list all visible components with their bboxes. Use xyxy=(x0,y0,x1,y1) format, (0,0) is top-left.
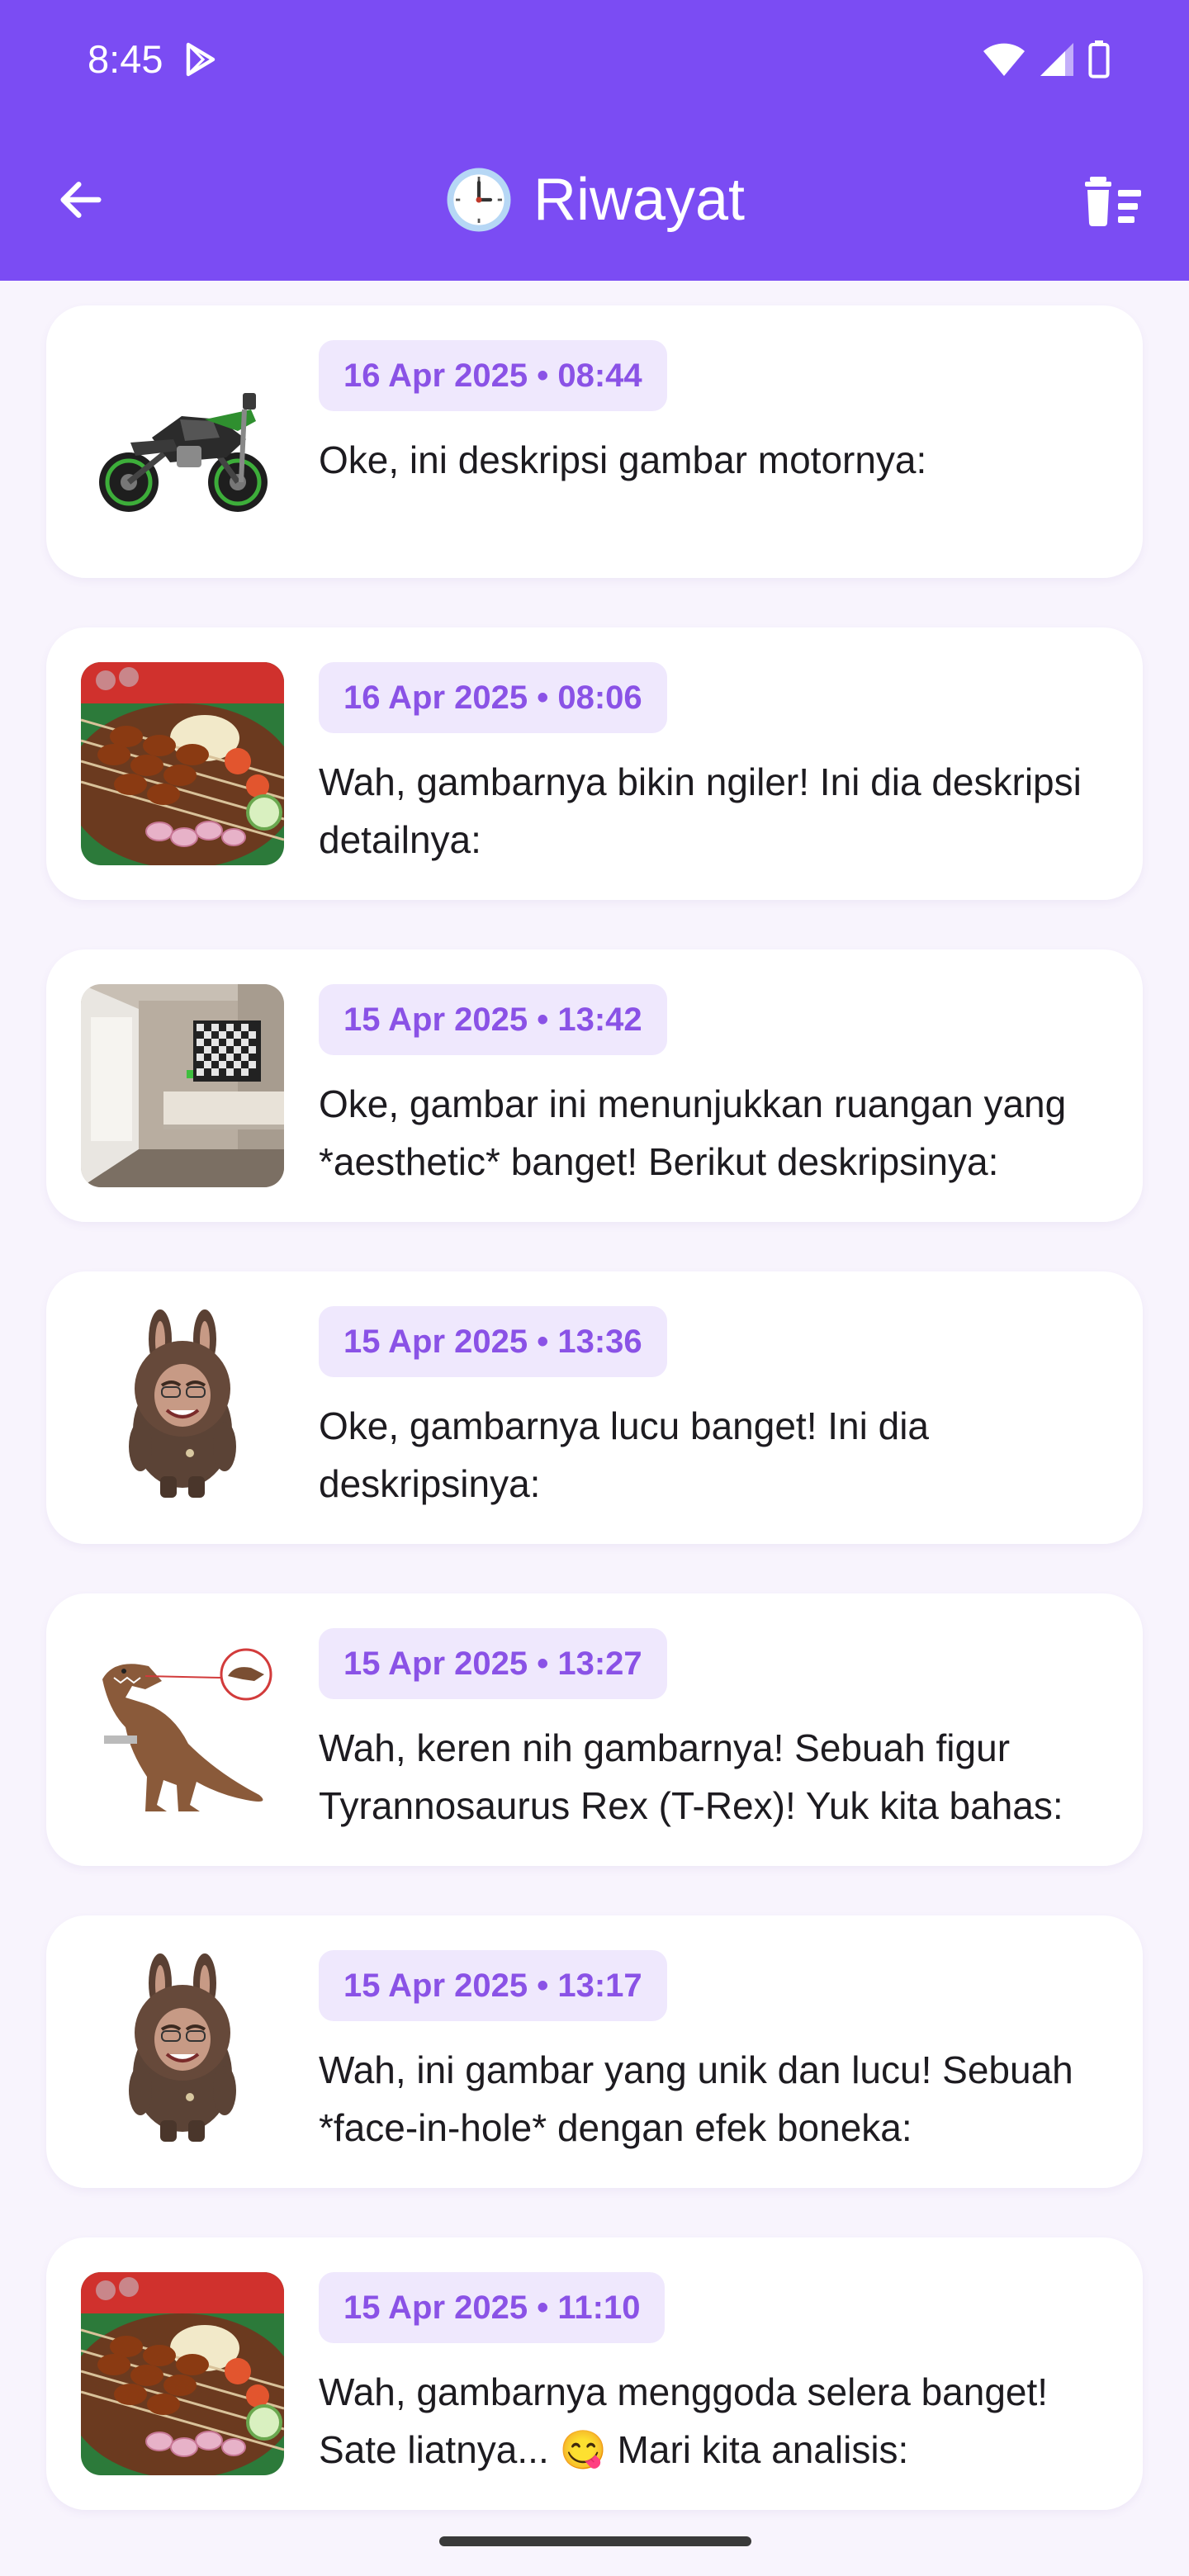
timestamp-badge: 16 Apr 2025 • 08:06 xyxy=(319,662,667,733)
history-description: Oke, gambarnya lucu banget! Ini dia desk… xyxy=(319,1404,930,1505)
play-store-icon xyxy=(186,42,216,77)
history-thumbnail xyxy=(81,1306,284,1509)
history-card[interactable]: 16 Apr 2025 • 08:06 Wah, gambarnya bikin … xyxy=(46,627,1143,900)
wifi-icon xyxy=(983,43,1025,76)
delete-sweep-icon xyxy=(1085,177,1141,226)
timestamp-badge: 15 Apr 2025 • 13:17 xyxy=(319,1950,667,2021)
timestamp-badge: 15 Apr 2025 • 13:42 xyxy=(319,984,667,1055)
history-card[interactable]: 16 Apr 2025 • 08:44 Oke, ini deskripsi ga… xyxy=(46,305,1143,578)
history-description: Oke, gambar ini menunjukkan ruangan yang… xyxy=(319,1082,1067,1183)
history-thumbnail xyxy=(81,1950,284,2153)
history-description: Wah, gambarnya menggoda selera banget! S… xyxy=(319,2370,1049,2471)
timestamp-badge: 15 Apr 2025 • 13:27 xyxy=(319,1628,667,1699)
history-description: Wah, gambarnya bikin ngiler! Ini dia des… xyxy=(319,760,1082,861)
history-thumbnail xyxy=(81,984,284,1187)
timestamp-badge: 16 Apr 2025 • 08:44 xyxy=(319,340,667,411)
app-bar: 8:45 Riwayat xyxy=(0,0,1189,281)
history-thumbnail xyxy=(81,1628,284,1831)
history-thumbnail xyxy=(81,662,284,865)
history-thumbnail xyxy=(81,2272,284,2475)
page-title: Riwayat xyxy=(0,162,1189,238)
history-description: Oke, ini deskripsi gambar motornya: xyxy=(319,438,927,481)
history-card[interactable]: 15 Apr 2025 • 13:17 Wah, ini gambar yang … xyxy=(46,1915,1143,2188)
history-card[interactable]: 15 Apr 2025 • 13:42 Oke, gambar ini menun… xyxy=(46,949,1143,1222)
timestamp-badge: 15 Apr 2025 • 11:10 xyxy=(319,2272,666,2343)
history-description: Wah, ini gambar yang unik dan lucu! Sebu… xyxy=(319,2048,1073,2149)
history-thumbnail xyxy=(81,340,284,543)
clear-history-button[interactable] xyxy=(1082,167,1151,236)
page-title-text: Riwayat xyxy=(533,167,746,233)
status-time: 8:45 xyxy=(88,37,163,81)
status-icons xyxy=(983,40,1110,79)
history-description: Wah, keren nih gambarnya! Sebuah figur T… xyxy=(319,1726,1063,1827)
timestamp-badge: 15 Apr 2025 • 13:36 xyxy=(319,1306,667,1377)
battery-icon xyxy=(1088,40,1110,78)
history-card[interactable]: 15 Apr 2025 • 11:10 Wah, gambarnya menggo… xyxy=(46,2237,1143,2510)
cellular-signal-icon xyxy=(1040,43,1073,76)
history-card[interactable]: 15 Apr 2025 • 13:36 Oke, gambarnya lucu b… xyxy=(46,1271,1143,1544)
gesture-nav-bar[interactable] xyxy=(439,2536,751,2546)
history-card[interactable]: 15 Apr 2025 • 13:27 Wah, keren nih gambar… xyxy=(46,1593,1143,1866)
clock-icon xyxy=(447,168,511,232)
